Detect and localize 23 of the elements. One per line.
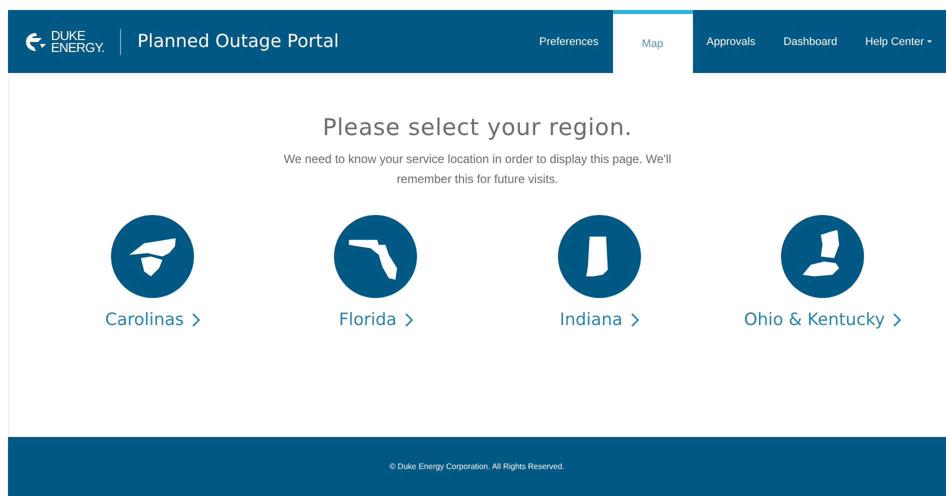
nav-tab[interactable]: Approvals xyxy=(692,10,770,73)
page-heading: Please select your region. xyxy=(322,115,632,141)
portal-title: Planned Outage Portal xyxy=(137,31,339,52)
chevron-right-icon xyxy=(404,313,413,327)
region-map-icon[interactable] xyxy=(111,215,194,298)
chevron-right-icon xyxy=(630,313,639,327)
region-map-icon[interactable] xyxy=(334,215,418,298)
nav-tab[interactable]: Dashboard xyxy=(769,10,852,73)
region-link[interactable]: Carolinas xyxy=(105,310,200,330)
logo-wordmark: DUKE ENERGY. xyxy=(51,30,104,54)
region-link[interactable]: Ohio & Kentucky xyxy=(744,310,901,330)
nav-tab[interactable]: Help Center xyxy=(851,10,946,73)
intro-text: We need to know your service location in order to display this page. We'll remember this for future visits. xyxy=(282,151,672,188)
chevron-right-icon xyxy=(892,313,901,327)
logo-swirl-icon xyxy=(24,32,48,52)
region-map-icon[interactable] xyxy=(558,215,641,298)
nav-tab[interactable]: Preferences xyxy=(525,10,613,73)
region-link[interactable]: Indiana xyxy=(560,310,639,330)
region-link[interactable]: Florida xyxy=(338,310,413,330)
nav-tab[interactable]: Map xyxy=(612,10,693,73)
region-map-icon[interactable] xyxy=(780,215,864,298)
chevron-right-icon xyxy=(192,313,200,327)
copyright-text: © Duke Energy Corporation. All Rights Reserved. xyxy=(390,462,564,471)
